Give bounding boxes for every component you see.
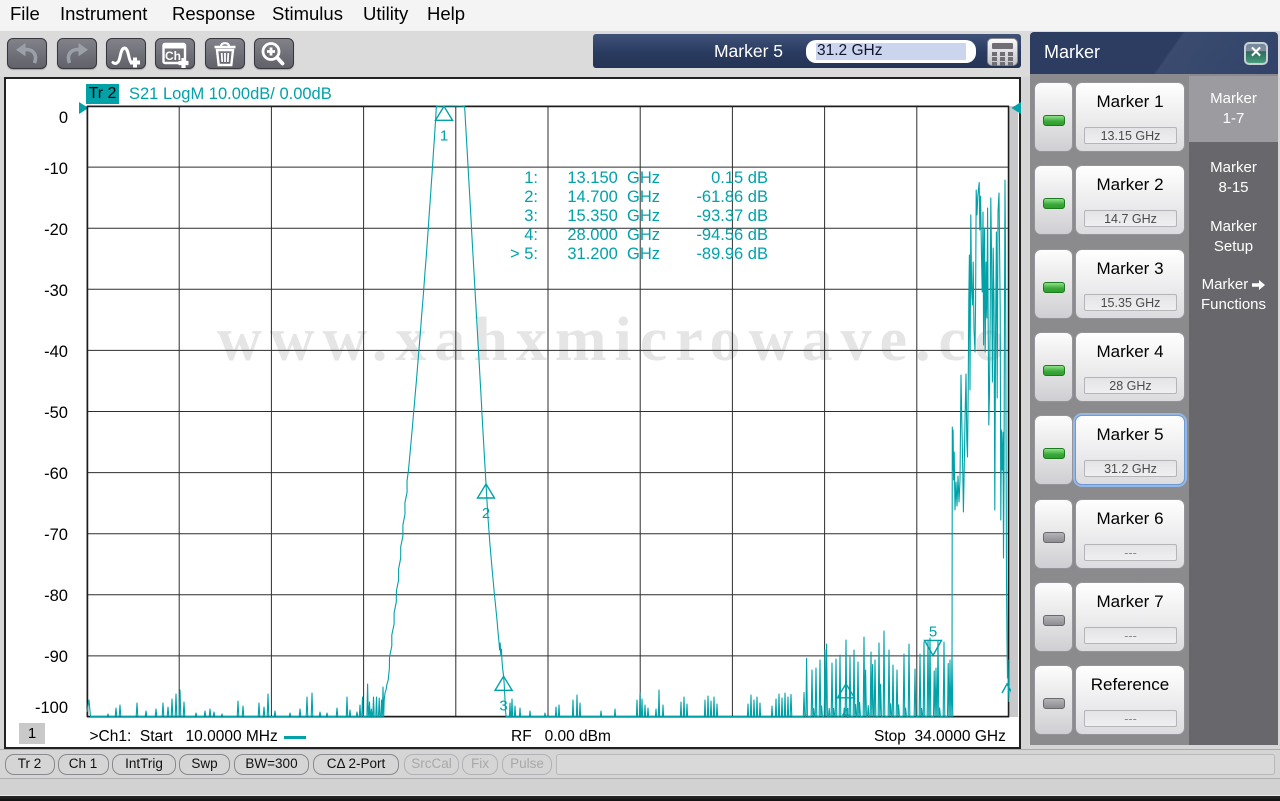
svg-text:4: 4 — [842, 705, 850, 719]
svg-text:3: 3 — [499, 697, 507, 714]
svg-text:2: 2 — [482, 505, 490, 522]
svg-text:5: 5 — [929, 623, 937, 640]
svg-text:1: 1 — [440, 127, 448, 144]
